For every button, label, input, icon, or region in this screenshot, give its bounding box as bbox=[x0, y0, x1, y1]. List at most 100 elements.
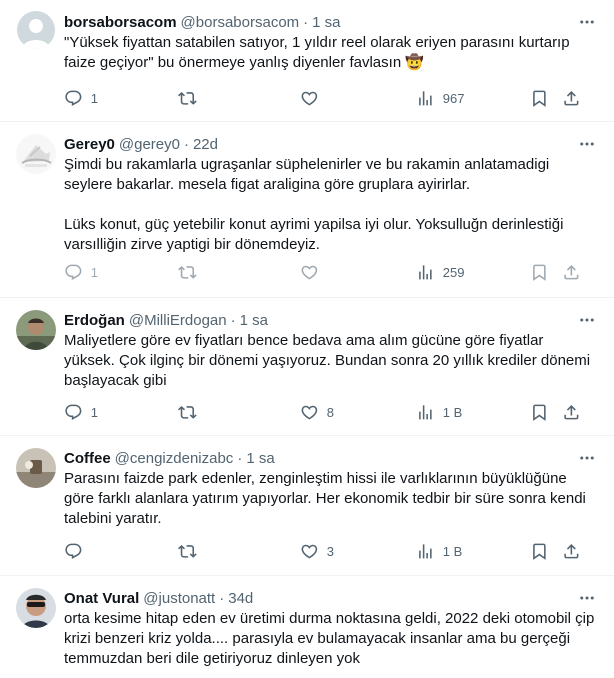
retweet-button[interactable] bbox=[178, 262, 205, 282]
views-button[interactable]: 1 B bbox=[416, 402, 462, 422]
more-icon[interactable] bbox=[576, 12, 598, 32]
tweet[interactable]: borsaborsacom @borsaborsacom · 1 sa "Yük… bbox=[0, 0, 614, 122]
tweet-actions: 1 8 1 B bbox=[64, 402, 598, 422]
tweet-actions: 1 259 bbox=[64, 262, 598, 282]
like-button[interactable]: 3 bbox=[300, 541, 334, 561]
views-button[interactable]: 967 bbox=[416, 88, 464, 108]
bookmark-button[interactable] bbox=[530, 541, 549, 561]
like-count: 3 bbox=[326, 543, 334, 559]
reply-count: 1 bbox=[90, 404, 98, 420]
avatar[interactable] bbox=[16, 310, 56, 350]
reply-feed: borsaborsacom @borsaborsacom · 1 sa "Yük… bbox=[0, 0, 614, 678]
views-button[interactable]: 259 bbox=[416, 262, 464, 282]
like-button[interactable] bbox=[300, 88, 327, 108]
views-icon bbox=[419, 264, 432, 280]
user-handle[interactable]: @MilliErdogan bbox=[129, 312, 227, 329]
view-count: 259 bbox=[442, 264, 465, 280]
share-button[interactable] bbox=[562, 402, 581, 422]
share-icon bbox=[564, 90, 579, 106]
like-icon bbox=[301, 544, 318, 559]
tweet-header: Coffee @cengizdenizabc · 1 sa bbox=[64, 449, 275, 467]
timestamp[interactable]: 1 sa bbox=[246, 450, 274, 467]
reply-button[interactable]: 1 bbox=[64, 262, 98, 282]
share-icon bbox=[564, 264, 579, 280]
avatar[interactable] bbox=[16, 448, 56, 488]
share-icon bbox=[564, 543, 579, 559]
tweet-header: Erdoğan @MilliErdogan · 1 sa bbox=[64, 311, 268, 329]
user-handle[interactable]: @borsaborsacom bbox=[181, 14, 300, 31]
tweet[interactable]: Gerey0 @gerey0 · 22d Şimdi bu rakamlarla… bbox=[0, 122, 614, 298]
avatar[interactable] bbox=[16, 134, 56, 174]
retweet-icon bbox=[178, 265, 197, 279]
share-button[interactable] bbox=[562, 262, 581, 282]
tweet-text: orta kesime hitap eden ev üretimi durma … bbox=[64, 610, 599, 667]
views-icon bbox=[419, 404, 432, 420]
bookmark-icon bbox=[533, 264, 546, 281]
user-handle[interactable]: @gerey0 bbox=[119, 136, 180, 153]
timestamp[interactable]: 1 sa bbox=[240, 312, 268, 329]
avatar[interactable] bbox=[16, 588, 56, 628]
timestamp[interactable]: 22d bbox=[193, 136, 218, 153]
reply-icon bbox=[65, 543, 82, 559]
user-handle[interactable]: @justonatt bbox=[143, 590, 215, 607]
retweet-button[interactable] bbox=[178, 402, 205, 422]
reply-button[interactable]: 1 bbox=[64, 88, 98, 108]
reply-icon bbox=[65, 90, 82, 106]
like-icon bbox=[301, 265, 318, 280]
views-button[interactable]: 1 B bbox=[416, 541, 462, 561]
views-icon bbox=[419, 543, 432, 559]
view-count: 967 bbox=[442, 90, 465, 106]
tweet-text: Şimdi bu rakamlarla ugraşanlar süpheleni… bbox=[64, 156, 564, 253]
like-button[interactable] bbox=[300, 262, 327, 282]
tweet[interactable]: Coffee @cengizdenizabc · 1 sa Parasını f… bbox=[0, 436, 614, 576]
tweet-text: "Yüksek fiyattan satabilen satıyor, 1 yı… bbox=[64, 34, 574, 71]
avatar[interactable] bbox=[17, 11, 55, 49]
tweet-text: Parasını faizde park edenler, zenginleşt… bbox=[64, 470, 591, 527]
more-icon[interactable] bbox=[576, 134, 598, 154]
bookmark-button[interactable] bbox=[530, 402, 549, 422]
retweet-button[interactable] bbox=[178, 541, 205, 561]
bookmark-icon bbox=[533, 90, 546, 107]
display-name[interactable]: Coffee bbox=[64, 450, 111, 467]
more-icon[interactable] bbox=[576, 588, 598, 608]
tweet-actions: 3 1 B bbox=[64, 541, 598, 561]
view-count: 1 B bbox=[442, 404, 463, 420]
retweet-icon bbox=[178, 91, 197, 105]
reply-icon bbox=[65, 264, 82, 280]
tweet-actions: 1 967 bbox=[64, 88, 598, 108]
share-button[interactable] bbox=[562, 88, 581, 108]
timestamp[interactable]: 34d bbox=[228, 590, 253, 607]
bookmark-icon bbox=[533, 404, 546, 421]
timestamp[interactable]: 1 sa bbox=[312, 14, 340, 31]
bookmark-button[interactable] bbox=[530, 88, 549, 108]
display-name[interactable]: Gerey0 bbox=[64, 136, 115, 153]
display-name[interactable]: Onat Vural bbox=[64, 590, 139, 607]
tweet[interactable]: Onat Vural @justonatt · 34d orta kesime … bbox=[0, 576, 614, 678]
reply-icon bbox=[65, 404, 82, 420]
retweet-icon bbox=[178, 544, 197, 558]
tweet-text: Maliyetlere göre ev fiyatları bence beda… bbox=[64, 332, 595, 389]
like-button[interactable]: 8 bbox=[300, 402, 334, 422]
share-icon bbox=[564, 404, 579, 420]
retweet-button[interactable] bbox=[178, 88, 205, 108]
reply-button[interactable] bbox=[64, 541, 91, 561]
tweet-header: borsaborsacom @borsaborsacom · 1 sa bbox=[64, 13, 341, 31]
more-icon[interactable] bbox=[576, 310, 598, 330]
user-handle[interactable]: @cengizdenizabc bbox=[115, 450, 234, 467]
display-name[interactable]: Erdoğan bbox=[64, 312, 125, 329]
like-icon bbox=[301, 405, 318, 420]
share-button[interactable] bbox=[562, 541, 581, 561]
reply-count: 1 bbox=[90, 264, 98, 280]
views-icon bbox=[419, 90, 432, 106]
tweet-header: Onat Vural @justonatt · 34d bbox=[64, 589, 254, 607]
retweet-icon bbox=[178, 405, 197, 419]
more-icon[interactable] bbox=[576, 448, 598, 468]
bookmark-button[interactable] bbox=[530, 262, 549, 282]
tweet[interactable]: Erdoğan @MilliErdogan · 1 sa Maliyetlere… bbox=[0, 298, 614, 436]
reply-count: 1 bbox=[90, 90, 98, 106]
tweet-header: Gerey0 @gerey0 · 22d bbox=[64, 135, 218, 153]
reply-button[interactable]: 1 bbox=[64, 402, 98, 422]
display-name[interactable]: borsaborsacom bbox=[64, 14, 177, 31]
like-count: 8 bbox=[326, 404, 334, 420]
bookmark-icon bbox=[533, 543, 546, 560]
